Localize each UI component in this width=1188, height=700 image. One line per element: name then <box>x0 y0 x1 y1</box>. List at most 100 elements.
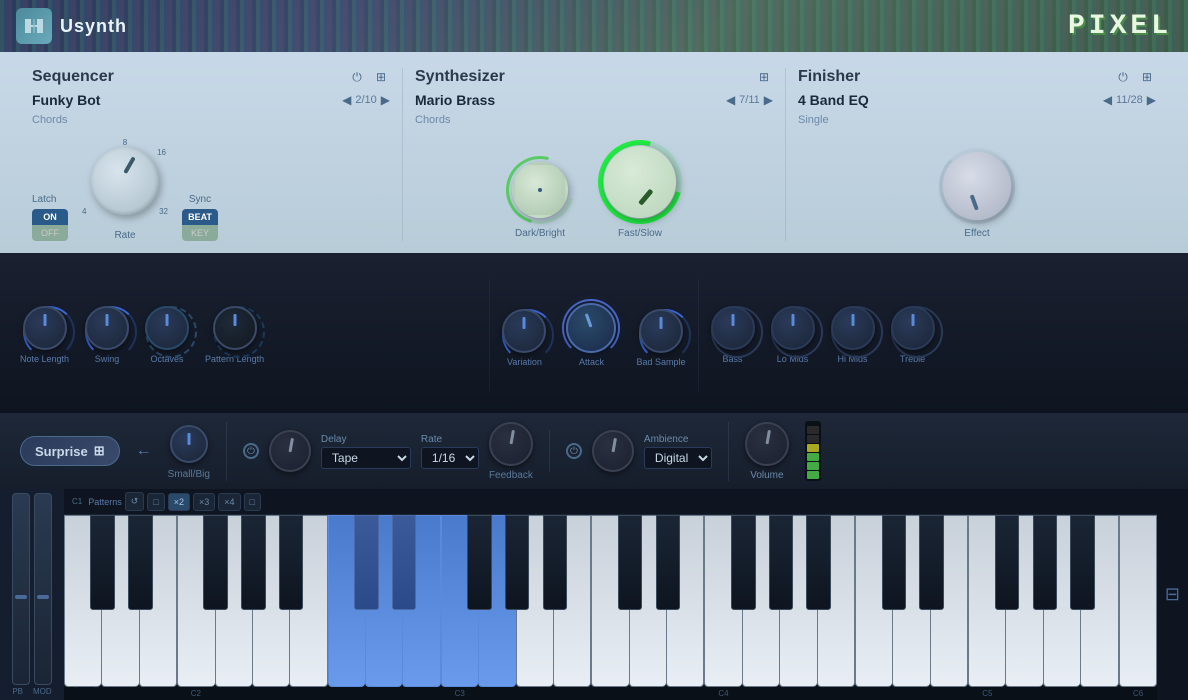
rate-label: Rate <box>114 230 135 241</box>
hi-mids-knob[interactable] <box>831 306 875 350</box>
volume-knob[interactable] <box>745 422 789 466</box>
dark-bright-knob[interactable] <box>512 162 568 218</box>
sync-toggle[interactable]: BEAT KEY <box>182 209 218 241</box>
sequencer-prev[interactable]: ◀ <box>342 93 351 107</box>
black-key-gs3[interactable] <box>505 515 529 610</box>
delay-mix-knob[interactable] <box>269 430 311 472</box>
vu-meter <box>805 421 821 481</box>
note-length-knob[interactable] <box>23 306 67 350</box>
black-key-fs3[interactable] <box>467 515 491 610</box>
pattern-x2-btn[interactable]: ×2 <box>168 493 190 511</box>
pattern-repeat-icon[interactable]: ↺ <box>125 492 145 511</box>
black-key-gs2[interactable] <box>241 515 265 610</box>
sequencer-power-icon[interactable]: ⏻ <box>348 68 366 86</box>
pb-label: PB <box>12 687 23 696</box>
swing-knob[interactable] <box>85 306 129 350</box>
sequencer-icons: ⏻ ⊞ <box>348 68 390 86</box>
black-key-cs2[interactable] <box>90 515 114 610</box>
delay-title: Delay <box>321 434 411 445</box>
synthesizer-nav: ◀ 7/11 ▶ <box>726 93 773 107</box>
black-key-as3[interactable] <box>543 515 567 610</box>
small-big-knob[interactable] <box>170 425 208 463</box>
octaves-knob[interactable] <box>145 306 189 350</box>
effect-label: Effect <box>964 228 989 239</box>
delay-type-select[interactable]: Tape Digital Ping Pong <box>321 447 411 469</box>
black-key-cs5[interactable] <box>882 515 906 610</box>
black-key-as5[interactable] <box>1070 515 1094 610</box>
ambience-mix-knob[interactable] <box>592 430 634 472</box>
keyboard-settings-icon[interactable]: ⊟ <box>1165 584 1180 605</box>
ambience-section: ⏻ Ambience Digital Hall Plate Room <box>549 430 712 472</box>
pattern-controls: Patterns ↺ □ ×2 ×3 ×4 □ <box>88 492 261 511</box>
delay-power-button[interactable]: ⏻ <box>243 443 259 459</box>
octaves-wrap: Octaves <box>145 306 189 364</box>
bass-wrap: Bass <box>711 306 755 364</box>
finisher-power-icon[interactable]: ⏻ <box>1114 68 1132 86</box>
logo-icon <box>16 8 52 44</box>
feedback-knob[interactable] <box>489 422 533 466</box>
fast-slow-knob-wrap <box>598 140 682 224</box>
pattern-x4-btn[interactable]: ×4 <box>218 493 240 511</box>
surprise-button[interactable]: Surprise ⊞ <box>20 436 120 466</box>
finisher-grid-icon[interactable]: ⊞ <box>1138 68 1156 86</box>
fast-slow-knob[interactable] <box>604 146 676 218</box>
bad-sample-knob[interactable] <box>639 309 683 353</box>
synthesizer-next[interactable]: ▶ <box>764 93 773 107</box>
pattern-x3-btn[interactable]: ×3 <box>193 493 215 511</box>
black-key-ds2[interactable] <box>128 515 152 610</box>
black-key-as4[interactable] <box>806 515 830 610</box>
pattern-length-knob[interactable] <box>213 306 257 350</box>
rate-knob-container: 8 16 32 4 Rate <box>80 136 170 241</box>
synth-controls-group: Variation Attack Bad Sample <box>502 303 685 367</box>
white-key-c6[interactable] <box>1119 515 1157 687</box>
pattern-sub-icon[interactable]: □ <box>244 493 261 511</box>
black-key-cs4[interactable] <box>618 515 642 610</box>
finisher-next[interactable]: ▶ <box>1147 93 1156 107</box>
lo-mids-knob[interactable] <box>771 306 815 350</box>
dark-controls-section: Note Length Swing Octaves <box>0 253 1188 413</box>
rate-knob[interactable] <box>91 147 159 215</box>
dark-bright-dot <box>538 188 542 192</box>
app-name: Usynth <box>60 16 127 37</box>
ambience-power-button[interactable]: ⏻ <box>566 443 582 459</box>
sequencer-next[interactable]: ▶ <box>381 93 390 107</box>
surprise-label: Surprise <box>35 444 88 459</box>
finisher-prev[interactable]: ◀ <box>1103 93 1112 107</box>
black-key-ds3[interactable] <box>392 515 416 610</box>
mod-strip[interactable] <box>34 493 52 685</box>
vu-bar-6 <box>807 426 819 434</box>
latch-toggle[interactable]: ON OFF <box>32 209 68 241</box>
effect-container: Effect <box>939 148 1015 239</box>
synthesizer-prev[interactable]: ◀ <box>726 93 735 107</box>
rate-knob-wrap: 8 16 32 4 <box>80 136 170 226</box>
black-key-ds4[interactable] <box>656 515 680 610</box>
effect-knob[interactable] <box>943 152 1011 220</box>
treble-knob[interactable] <box>891 306 935 350</box>
delay-rate-select[interactable]: 1/16 1/8 1/4 1/2 <box>421 447 479 469</box>
black-key-fs2[interactable] <box>203 515 227 610</box>
ambience-type-select[interactable]: Digital Hall Plate Room <box>644 447 712 469</box>
bass-knob[interactable] <box>711 306 755 350</box>
synthesizer-grid-icon[interactable]: ⊞ <box>755 68 773 86</box>
black-key-fs5[interactable] <box>995 515 1019 610</box>
black-key-cs3[interactable] <box>354 515 378 610</box>
attack-label: Attack <box>579 357 604 367</box>
finisher-section: Finisher ⏻ ⊞ 4 Band EQ ◀ 11/28 ▶ Single <box>786 68 1168 241</box>
sequencer-grid-icon[interactable]: ⊞ <box>372 68 390 86</box>
finisher-controls: Effect <box>798 148 1156 239</box>
pattern-copy-icon[interactable]: □ <box>147 493 164 511</box>
black-key-as2[interactable] <box>279 515 303 610</box>
pattern-row: C1 Patterns ↺ □ ×2 ×3 ×4 □ <box>64 489 1157 515</box>
black-key-fs4[interactable] <box>731 515 755 610</box>
treble-wrap: Treble <box>891 306 935 364</box>
dark-bright-container: Dark/Bright <box>506 156 574 239</box>
black-key-gs5[interactable] <box>1033 515 1057 610</box>
sync-key-label: KEY <box>182 225 218 241</box>
sequencer-type: Chords <box>32 114 67 126</box>
black-key-gs4[interactable] <box>769 515 793 610</box>
black-key-ds5[interactable] <box>919 515 943 610</box>
pb-strip[interactable] <box>12 493 30 685</box>
divider-2 <box>698 279 699 391</box>
hi-mids-wrap: Hi Mids <box>831 306 875 364</box>
divider-1 <box>489 279 490 391</box>
